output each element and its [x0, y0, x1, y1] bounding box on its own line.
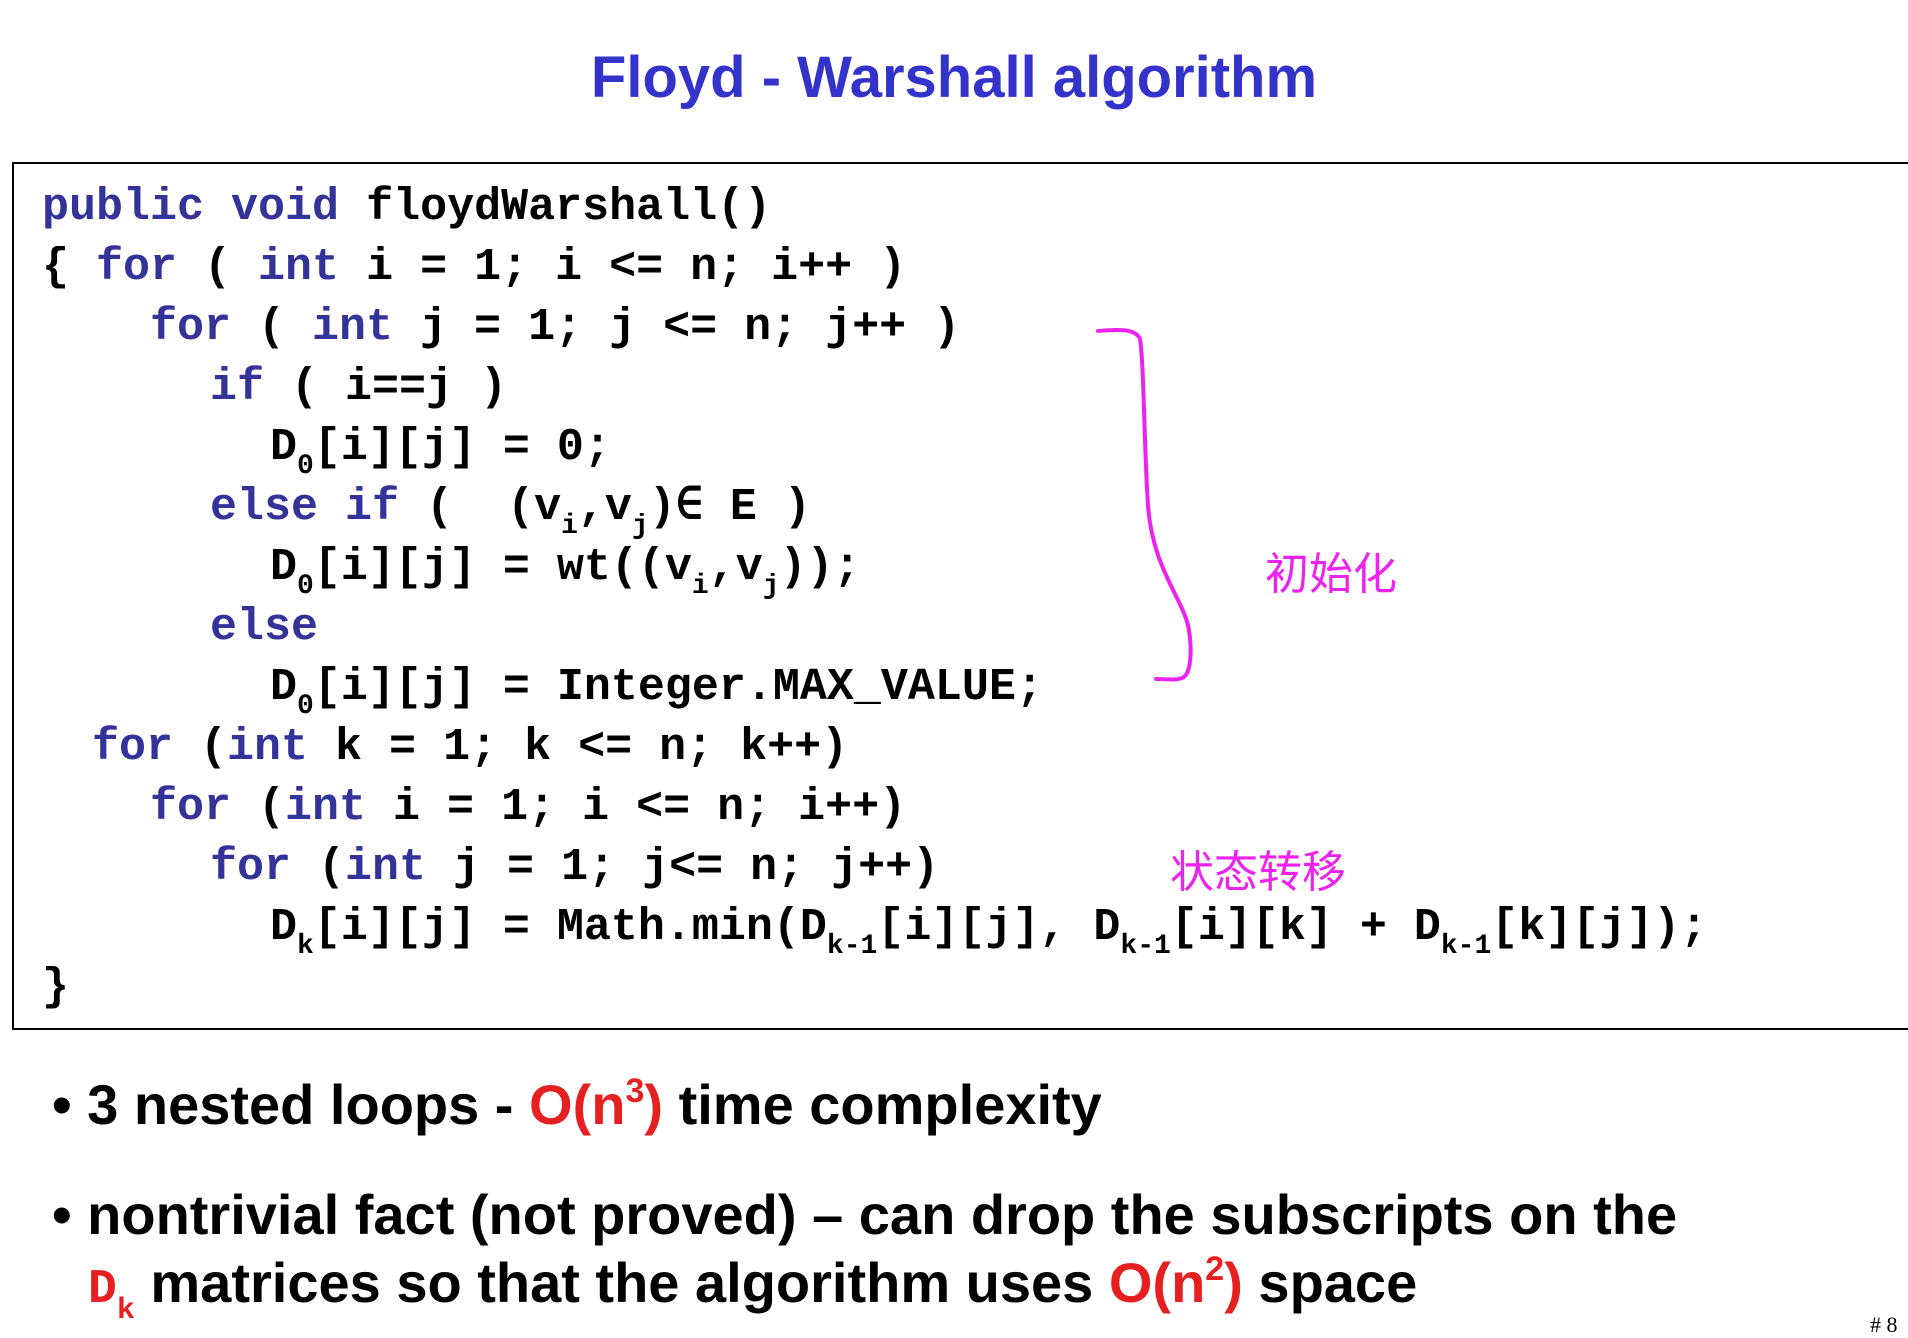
code-text: (: [231, 302, 313, 353]
keyword: int: [285, 782, 367, 833]
annotation-initialization: 初始化: [1265, 549, 1397, 600]
code-text: D: [270, 662, 298, 713]
code-text: [i][j] = Integer.MAX_VALUE;: [313, 662, 1043, 713]
keyword: void: [231, 182, 340, 233]
code-line-13: Dk[i][j] = Math.min(Dk-1[i][j], Dk-1[i][…: [270, 898, 1708, 962]
code-line-14: }: [42, 958, 69, 1018]
code-line-1: public void floydWarshall(): [42, 178, 771, 238]
code-line-10: for (int k = 1; k <= n; k++): [92, 718, 848, 778]
code-text: floydWarshall(): [339, 182, 772, 233]
keyword: for: [92, 722, 174, 773]
code-text: [i][j] = 0;: [313, 422, 611, 473]
complexity-expr: O(n2): [1108, 1250, 1243, 1314]
keyword: int: [312, 302, 394, 353]
code-text: ( (v: [399, 482, 562, 533]
keyword: int: [258, 242, 340, 293]
code-line-4: if ( i==j ): [210, 358, 507, 418]
subscript: k-1: [1120, 931, 1171, 962]
code-text: [i][k] + D: [1170, 902, 1441, 953]
code-line-9: D0[i][j] = Integer.MAX_VALUE;: [270, 658, 1043, 722]
code-text: D: [270, 422, 298, 473]
keyword: for: [96, 242, 178, 293]
page-number: # 8: [1870, 1312, 1898, 1337]
code-line-6: else if ( (vi,vj)∈ E ): [210, 478, 811, 542]
code-line-12: for (int j = 1; j<= n; j++): [210, 838, 939, 898]
bullet-text: matrices so that the algorithm uses: [134, 1251, 1109, 1314]
code-line-11: for (int i = 1; i <= n; i++): [150, 778, 906, 838]
annotation-state-transition: 状态转移: [1170, 847, 1346, 898]
keyword: for: [210, 842, 292, 893]
complexity-text: O(n: [529, 1073, 626, 1136]
code-line-8: else: [210, 598, 318, 658]
bullet-time-complexity: • 3 nested loops - O(n3) time complexity: [52, 1072, 1102, 1146]
dk-text: D: [88, 1263, 117, 1317]
bullet-space-line-1: • nontrivial fact (not proved) – can dro…: [52, 1183, 1678, 1246]
bullet-text: • 3 nested loops -: [52, 1073, 530, 1136]
code-text: D: [270, 542, 298, 593]
code-line-2: { for ( int i = 1; i <= n; i++ ): [42, 238, 906, 298]
subscript: i: [691, 571, 709, 602]
code-text: (: [231, 782, 286, 833]
code-text: [i][j], D: [877, 902, 1121, 953]
code-text: (: [173, 722, 228, 773]
subscript: k-1: [826, 931, 878, 962]
code-text: D: [270, 902, 298, 953]
bullet-text: time complexity: [663, 1073, 1102, 1136]
code-text: ,v: [708, 542, 763, 593]
keyword: int: [227, 722, 309, 773]
subscript: k-1: [1440, 931, 1492, 962]
bullet-text: space: [1242, 1251, 1418, 1314]
code-block: public void floydWarshall() { for ( int …: [12, 162, 1908, 1030]
code-text: (: [291, 842, 346, 893]
keyword: if: [210, 362, 265, 413]
bullet-space-line-2: Dk matrices so that the algorithm uses O…: [88, 1250, 1417, 1328]
code-text: [k][j]);: [1491, 902, 1708, 953]
code-text: ( i==j ): [264, 362, 508, 413]
code-text: )∈ E ): [648, 482, 811, 533]
superscript: 2: [1205, 1250, 1225, 1288]
complexity-expr: O(n3): [529, 1072, 664, 1136]
code-text: ,v: [577, 482, 632, 533]
code-text: ));: [779, 542, 861, 593]
keyword: for: [150, 302, 232, 353]
subscript: j: [762, 571, 780, 602]
keyword: if: [345, 482, 400, 533]
brace-annotation-icon: [1096, 328, 1193, 682]
keyword: else: [210, 602, 319, 653]
code-text: [i][j] = wt((v: [313, 542, 692, 593]
code-text: i = 1; i <= n; i++ ): [339, 242, 907, 293]
subscript: k: [116, 1294, 135, 1328]
complexity-text: ): [1224, 1251, 1243, 1314]
subscript: k: [297, 931, 314, 962]
code-text: j = 1; j<= n; j++): [426, 842, 940, 893]
code-text: j = 1; j <= n; j++ ): [393, 302, 961, 353]
complexity-text: ): [644, 1073, 664, 1136]
code-line-7: D0[i][j] = wt((vi,vj));: [270, 538, 861, 602]
code-text: k = 1; k <= n; k++): [308, 722, 849, 773]
code-line-5: D0[i][j] = 0;: [270, 418, 611, 482]
complexity-text: O(n: [1108, 1251, 1206, 1314]
keyword: else: [210, 482, 319, 533]
keyword: for: [150, 782, 232, 833]
keyword: int: [345, 842, 427, 893]
keyword: public: [42, 182, 205, 233]
superscript: 3: [625, 1072, 645, 1110]
code-text: (: [177, 242, 259, 293]
code-text: [i][j] = Math.min(D: [313, 902, 827, 953]
slide-title: Floyd - Warshall algorithm: [590, 45, 1318, 110]
code-text: {: [42, 242, 97, 293]
code-text: }: [42, 962, 70, 1013]
code-text: i = 1; i <= n; i++): [366, 782, 907, 833]
code-line-3: for ( int j = 1; j <= n; j++ ): [150, 298, 960, 358]
dk-symbol: Dk: [88, 1263, 135, 1328]
